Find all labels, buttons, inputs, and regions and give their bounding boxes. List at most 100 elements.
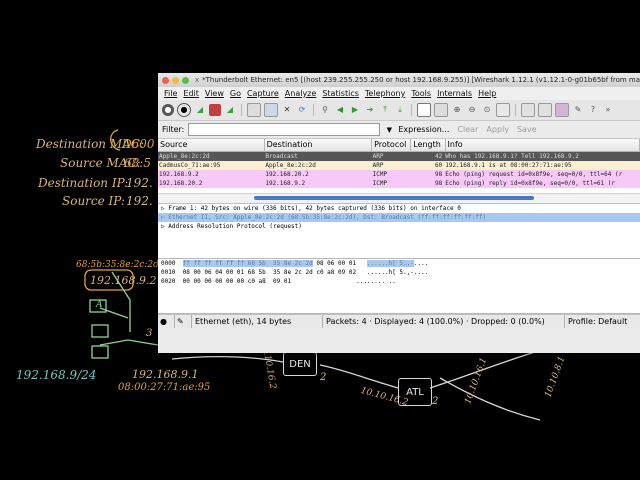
packet-list-scrollbar[interactable] — [158, 193, 640, 204]
detail-row-arp[interactable]: ▷ Address Resolution Protocol (request) — [158, 222, 640, 231]
toolbar-separator — [411, 104, 412, 116]
table-row[interactable]: 192.168.20.2 192.168.9.2 ICMP 98 Echo (p… — [158, 179, 640, 188]
packet-details-pane: ▷ Frame 1: 42 bytes on wire (336 bits), … — [158, 204, 640, 259]
capture-comment-icon[interactable]: ✎ — [175, 315, 192, 328]
zoom-in-icon[interactable]: ⊕ — [451, 104, 463, 116]
cell-destination: 192.168.20.2 — [265, 171, 309, 178]
coloring-rules-icon[interactable] — [555, 103, 569, 117]
more-icon[interactable]: » — [602, 104, 614, 116]
bytes-offset: 0020 — [161, 278, 176, 285]
column-protocol[interactable]: Protocol — [372, 139, 412, 151]
save-button[interactable]: Save — [517, 125, 537, 134]
expression-button[interactable]: Expression... — [398, 125, 449, 134]
find-packet-icon[interactable]: ⚲ — [319, 104, 331, 116]
cell-length: 98 — [434, 180, 443, 187]
go-to-packet-icon[interactable]: ➔ — [364, 104, 376, 116]
preferences-icon[interactable]: ✎ — [572, 104, 584, 116]
restart-capture-icon[interactable]: ◢ — [224, 104, 236, 116]
auto-scroll-icon[interactable] — [434, 103, 448, 117]
bg-router-mac: 08:00:27:71:ae:95 — [118, 382, 211, 393]
column-info[interactable]: Info — [446, 139, 640, 151]
window-title: *Thunderbolt Ethernet: en5 [(host 239.25… — [202, 76, 640, 84]
clear-button[interactable]: Clear — [457, 125, 478, 134]
cell-source: 192.168.9.2 — [159, 171, 199, 178]
menu-edit[interactable]: Edit — [183, 89, 199, 98]
column-source[interactable]: Source — [158, 139, 265, 151]
options-icon[interactable]: ● — [177, 103, 191, 117]
bg-port-2b: 2 — [432, 396, 439, 407]
menu-capture[interactable]: Capture — [247, 89, 279, 98]
cell-destination: 192.168.9.2 — [265, 180, 306, 187]
expert-info-icon[interactable]: ● — [158, 315, 175, 328]
cell-destination: Broadcast — [265, 153, 298, 160]
cell-source: 192.168.20.2 — [159, 180, 203, 187]
bg-port-2a: 2 — [320, 372, 327, 383]
bytes-row[interactable]: 0010 08 00 06 04 00 01 68 5b 35 8e 2c 2d… — [158, 268, 640, 277]
wireshark-window: x *Thunderbolt Ethernet: en5 [(host 239.… — [158, 73, 640, 353]
bg-router-ip: 192.168.9.1 — [132, 368, 199, 381]
menu-bar: File Edit View Go Capture Analyze Statis… — [158, 87, 640, 100]
menu-analyze[interactable]: Analyze — [285, 89, 317, 98]
menu-telephony[interactable]: Telephony — [365, 89, 405, 98]
last-packet-icon[interactable]: ⤓ — [394, 104, 406, 116]
help-icon[interactable]: ? — [587, 104, 599, 116]
menu-file[interactable]: File — [164, 89, 177, 98]
column-destination[interactable]: Destination — [265, 139, 373, 151]
colorize-icon[interactable] — [417, 103, 431, 117]
resize-columns-icon[interactable] — [496, 103, 510, 117]
interfaces-icon[interactable]: ● — [162, 104, 174, 116]
bytes-hex-highlighted: ff ff ff ff ff ff 68 5b 35 8e 2c 2d — [182, 260, 313, 267]
stop-capture-icon[interactable] — [209, 104, 221, 116]
bytes-ascii-highlighted: ......h[ 5.,- — [366, 260, 414, 267]
cell-protocol: ARP — [372, 162, 384, 169]
column-length[interactable]: Length — [411, 139, 446, 151]
menu-statistics[interactable]: Statistics — [322, 89, 359, 98]
menu-go[interactable]: Go — [230, 89, 241, 98]
close-file-icon[interactable]: ✕ — [281, 104, 293, 116]
capture-filters-icon[interactable] — [521, 103, 535, 117]
packet-bytes-pane: 0000 ff ff ff ff ff ff 68 5b 35 8e 2c 2d… — [158, 259, 640, 314]
menu-internals[interactable]: Internals — [437, 89, 472, 98]
bg-router-atl: ATL — [398, 378, 432, 406]
zoom-window-button[interactable] — [182, 76, 189, 84]
bg-value-destination-ip: 192. — [126, 176, 153, 190]
table-row[interactable]: Apple_8e:2c:2d Broadcast ARP 42 Who has … — [158, 152, 640, 161]
detail-row-ethernet[interactable]: ▷ Ethernet II, Src: Apple_8e:2c:2d (68:5… — [158, 213, 640, 222]
go-back-icon[interactable]: ◀ — [334, 104, 346, 116]
bytes-row[interactable]: 0000 ff ff ff ff ff ff 68 5b 35 8e 2c 2d… — [158, 259, 640, 268]
menu-help[interactable]: Help — [478, 89, 496, 98]
scrollbar-thumb[interactable] — [254, 196, 534, 200]
main-toolbar: ● ● ◢ ◢ ✕ ⟳ ⚲ ◀ ▶ ➔ ⤒ ⤓ ⊕ ⊖ ⊙ ✎ ? » — [158, 100, 640, 121]
save-file-icon[interactable] — [264, 103, 278, 117]
zoom-out-icon[interactable]: ⊖ — [466, 104, 478, 116]
filter-dropdown-icon[interactable]: ▼ — [384, 123, 394, 136]
bg-value-source-mac: 68:5 — [124, 156, 151, 170]
status-profile[interactable]: Profile: Default — [565, 315, 630, 328]
bytes-row[interactable]: 0020 00 00 00 00 00 00 c0 a8 09 01 .....… — [158, 277, 640, 286]
normal-size-icon[interactable]: ⊙ — [481, 104, 493, 116]
table-row[interactable]: CadmusCo_71:ae:95 Apple_8e:2c:2d ARP 60 … — [158, 161, 640, 170]
close-window-button[interactable] — [162, 76, 169, 84]
filter-input[interactable] — [188, 123, 381, 136]
menu-view[interactable]: View — [205, 89, 224, 98]
open-file-icon[interactable] — [247, 103, 261, 117]
cell-length: 60 — [434, 162, 443, 169]
toolbar-separator — [313, 104, 314, 116]
apply-button[interactable]: Apply — [486, 125, 509, 134]
filter-label: Filter: — [162, 125, 185, 134]
cell-source: Apple_8e:2c:2d — [159, 153, 210, 160]
table-row[interactable]: 192.168.9.2 192.168.20.2 ICMP 98 Echo (p… — [158, 170, 640, 179]
packet-list: Apple_8e:2c:2d Broadcast ARP 42 Who has … — [158, 152, 640, 193]
first-packet-icon[interactable]: ⤒ — [379, 104, 391, 116]
go-forward-icon[interactable]: ▶ — [349, 104, 361, 116]
bg-port-3: 3 — [146, 328, 153, 339]
toolbar-separator — [241, 104, 242, 116]
cell-info: 192.168.9.1 is at 08:00:27:71:ae:95 — [445, 162, 572, 169]
start-capture-icon[interactable]: ◢ — [194, 104, 206, 116]
bytes-ascii: .... — [413, 260, 429, 267]
menu-tools[interactable]: Tools — [411, 89, 431, 98]
display-filters-icon[interactable] — [538, 103, 552, 117]
reload-icon[interactable]: ⟳ — [296, 104, 308, 116]
minimize-window-button[interactable] — [172, 76, 179, 84]
detail-row-frame[interactable]: ▷ Frame 1: 42 bytes on wire (336 bits), … — [158, 204, 640, 213]
